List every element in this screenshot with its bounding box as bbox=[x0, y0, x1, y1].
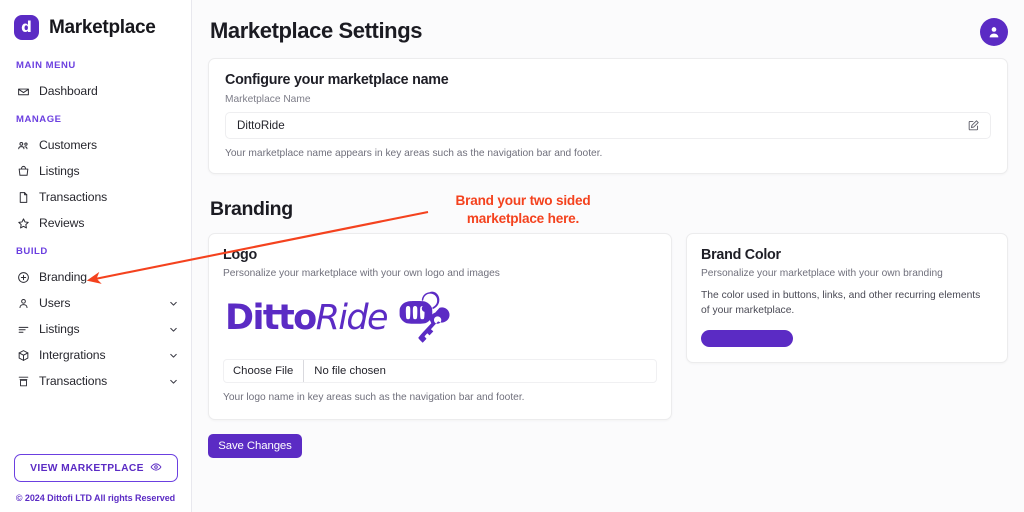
cube-icon bbox=[16, 348, 30, 362]
sidebar-item-customers[interactable]: Customers bbox=[0, 132, 191, 158]
view-marketplace-button[interactable]: VIEW MARKETPLACE bbox=[14, 454, 178, 482]
brand-badge-letter: d bbox=[21, 18, 32, 36]
logo-card-heading: Logo bbox=[223, 247, 257, 263]
nav-section-main-menu-label: MAIN MENU bbox=[16, 60, 76, 71]
save-changes-button[interactable]: Save Changes bbox=[208, 434, 302, 458]
user-avatar-icon[interactable] bbox=[980, 18, 1008, 46]
sidebar-item-reviews[interactable]: Reviews bbox=[0, 210, 191, 236]
chevron-down-icon[interactable] bbox=[167, 297, 179, 309]
copyright-text: © 2024 Dittofi LTD All rights Reserved bbox=[15, 493, 176, 503]
sidebar-item-label: Listings bbox=[39, 164, 80, 178]
list-lines-icon bbox=[16, 322, 30, 336]
mail-icon bbox=[16, 84, 30, 98]
marketplace-name-card: Configure your marketplace name Marketpl… bbox=[208, 58, 1008, 174]
logo-preview: DittoRide bbox=[223, 289, 657, 347]
branding-cards-row: Logo Personalize your marketplace with y… bbox=[208, 233, 1008, 420]
brand-title: Marketplace bbox=[49, 16, 156, 38]
brand-color-swatch[interactable] bbox=[701, 329, 793, 347]
shopping-bag-icon bbox=[16, 164, 30, 178]
sidebar-footer: VIEW MARKETPLACE © 2024 Dittofi LTD All … bbox=[0, 454, 191, 512]
nav-section-build-label: BUILD bbox=[16, 246, 48, 257]
store-icon bbox=[16, 374, 30, 388]
marketplace-name-help-text: Your marketplace name appears in key are… bbox=[225, 148, 603, 159]
logo-wordmark-bold: Ditto bbox=[225, 297, 317, 338]
logo-file-input[interactable]: Choose File No file chosen bbox=[223, 359, 657, 383]
star-icon bbox=[16, 216, 30, 230]
sidebar-item-listings-manage[interactable]: Listings bbox=[0, 158, 191, 184]
document-icon bbox=[16, 190, 30, 204]
sidebar-item-listings-build[interactable]: Listings bbox=[0, 316, 191, 342]
sidebar-item-users[interactable]: Users bbox=[0, 290, 191, 316]
chevron-down-icon[interactable] bbox=[167, 349, 179, 361]
brand-color-subtitle: Personalize your marketplace with your o… bbox=[701, 268, 943, 279]
logo-card-subtitle: Personalize your marketplace with your o… bbox=[223, 268, 500, 279]
logo-help-text: Your logo name in key areas such as the … bbox=[223, 392, 525, 403]
brand-color-heading: Brand Color bbox=[701, 247, 781, 263]
sidebar-item-label: Customers bbox=[39, 138, 98, 152]
edit-pencil-icon[interactable] bbox=[967, 119, 980, 132]
file-status-text: No file chosen bbox=[314, 365, 386, 377]
choose-file-button[interactable]: Choose File bbox=[224, 360, 305, 382]
marketplace-name-input[interactable]: DittoRide bbox=[225, 112, 991, 139]
sidebar-item-label: Users bbox=[39, 296, 71, 310]
sidebar-item-label: Dashboard bbox=[39, 84, 98, 98]
nav-section-manage-label: MANAGE bbox=[16, 114, 62, 125]
sidebar-nav: MAIN MENU Dashboard MANAGE Customers Lis… bbox=[0, 44, 191, 454]
sidebar-item-label: Branding bbox=[39, 270, 87, 284]
eye-icon bbox=[150, 461, 162, 476]
sidebar-item-branding[interactable]: Branding bbox=[0, 264, 191, 290]
sidebar-brand[interactable]: d Marketplace bbox=[0, 0, 191, 44]
brand-color-description: The color used in buttons, links, and ot… bbox=[701, 290, 981, 316]
logo-card: Logo Personalize your marketplace with y… bbox=[208, 233, 672, 420]
marketplace-name-field-label: Marketplace Name bbox=[225, 94, 311, 105]
dittofi-logo-icon: d bbox=[14, 15, 39, 40]
logo-wordmark: DittoRide bbox=[225, 297, 389, 338]
sidebar: d Marketplace MAIN MENU Dashboard MANAGE bbox=[0, 0, 192, 512]
person-icon bbox=[16, 296, 30, 310]
chevron-down-icon[interactable] bbox=[167, 375, 179, 387]
plus-circle-icon bbox=[16, 270, 30, 284]
sidebar-item-transactions-build[interactable]: Transactions bbox=[0, 368, 191, 394]
chevron-down-icon[interactable] bbox=[167, 323, 179, 335]
branding-section-heading: Branding bbox=[210, 198, 293, 220]
logo-wordmark-italic: Ride bbox=[315, 297, 389, 338]
marketplace-name-heading: Configure your marketplace name bbox=[225, 72, 449, 88]
app-root: d Marketplace MAIN MENU Dashboard MANAGE bbox=[0, 0, 1024, 512]
main-content: Marketplace Settings Configure your mark… bbox=[192, 0, 1024, 512]
sidebar-item-label: Transactions bbox=[39, 374, 108, 388]
sidebar-item-dashboard[interactable]: Dashboard bbox=[0, 78, 191, 104]
marketplace-name-value: DittoRide bbox=[237, 119, 285, 132]
sidebar-item-label: Reviews bbox=[39, 216, 85, 230]
view-marketplace-label: VIEW MARKETPLACE bbox=[30, 462, 144, 474]
users-group-icon bbox=[16, 138, 30, 152]
brand-color-card: Brand Color Personalize your marketplace… bbox=[686, 233, 1008, 363]
page-title: Marketplace Settings bbox=[210, 18, 423, 43]
sidebar-item-label: Listings bbox=[39, 322, 80, 336]
sidebar-item-transactions-manage[interactable]: Transactions bbox=[0, 184, 191, 210]
sidebar-item-label: Intergrations bbox=[39, 348, 106, 362]
sidebar-item-label: Transactions bbox=[39, 190, 108, 204]
sidebar-item-intergrations[interactable]: Intergrations bbox=[0, 342, 191, 368]
car-key-icon bbox=[393, 288, 455, 348]
